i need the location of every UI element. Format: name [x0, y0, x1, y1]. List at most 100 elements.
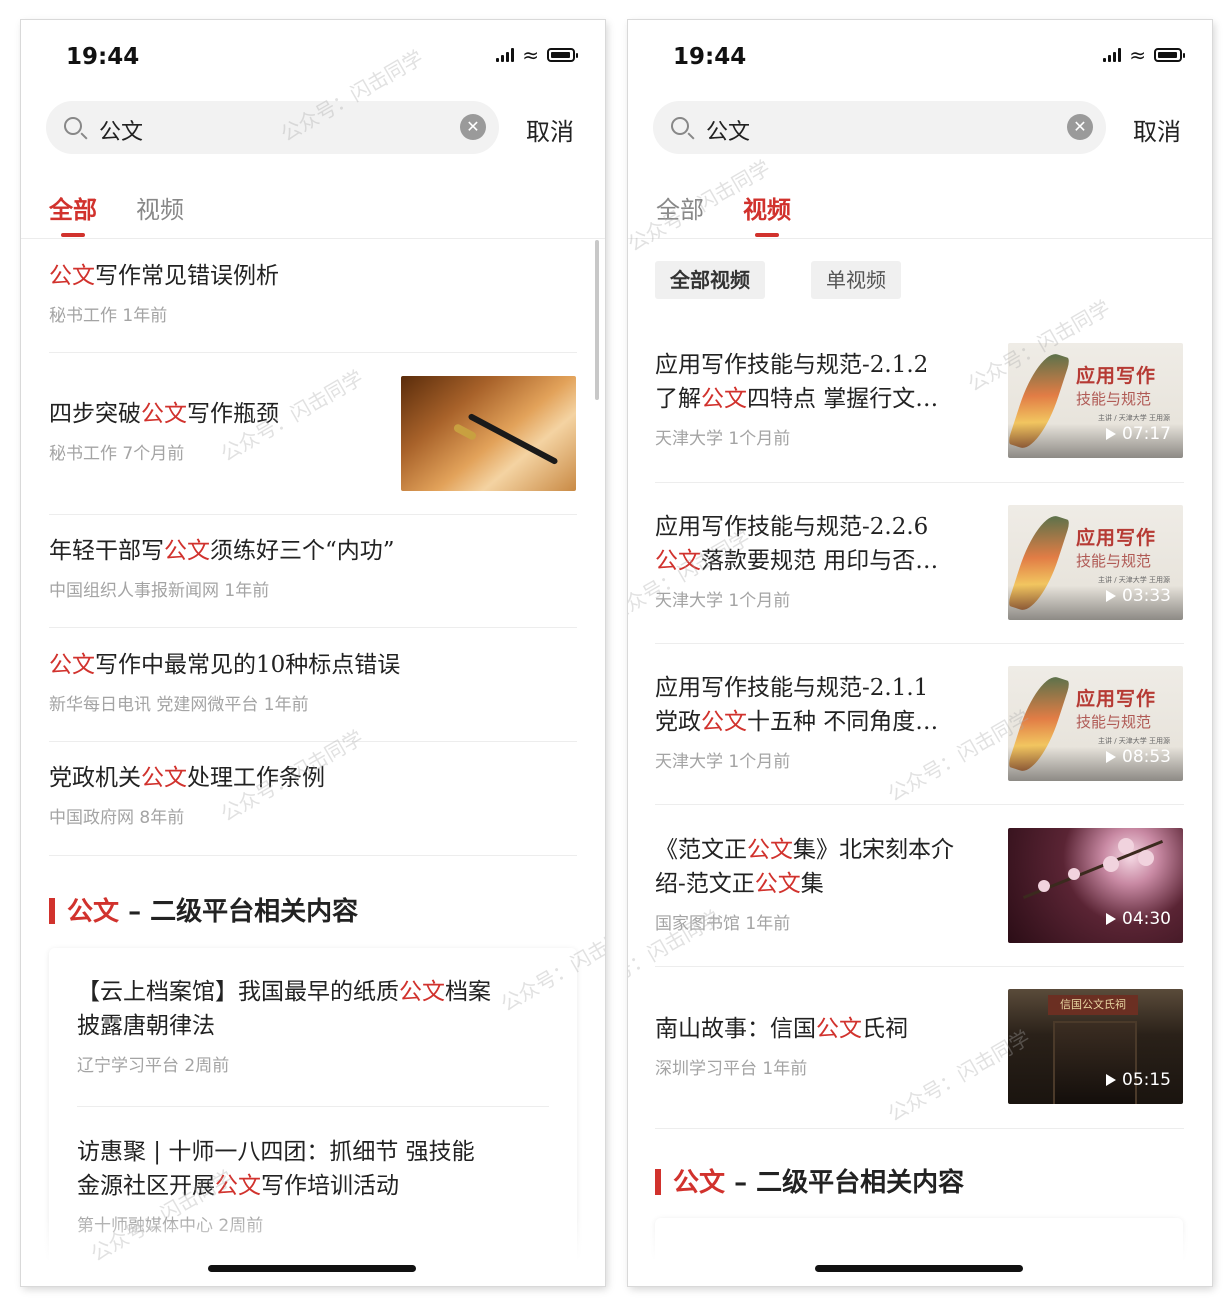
video-title-line2: 绍-范文正公文集 [655, 871, 824, 897]
video-thumbnail[interactable]: 04:30 [1008, 828, 1183, 943]
wifi-icon: ≈ [1129, 43, 1146, 67]
hall-sign: 信国公文氏祠 [1048, 995, 1138, 1015]
video-thumbnail[interactable]: 信国公文氏祠 05:15 [1008, 989, 1183, 1104]
result-title-line2: 金源社区开展公文写作培训活动 [77, 1173, 399, 1199]
feather-image [1008, 348, 1071, 454]
play-icon [1106, 428, 1116, 440]
result-title-line2: 披露唐朝律法 [77, 1013, 215, 1039]
video-title: 南山故事：信国公文氏祠 [655, 1016, 908, 1042]
blossom-flower [1118, 838, 1134, 854]
video-thumbnail[interactable]: 应用写作 技能与规范 主讲 / 天津大学 王用源 03:33 [1008, 505, 1183, 620]
list-item[interactable]: 四步突破公文写作瓶颈 秘书工作 7个月前 [49, 397, 389, 464]
video-duration: 05:15 [1106, 1070, 1171, 1090]
section-header: 公文 – 二级平台相关内容 [49, 891, 358, 928]
video-meta: 深圳学习平台 1年前 [655, 1059, 808, 1079]
scrollbar[interactable] [595, 240, 599, 400]
blossom-flower [1068, 868, 1080, 880]
result-meta: 辽宁学习平台 2周前 [77, 1056, 230, 1076]
result-meta: 中国组织人事报新闻网 1年前 [49, 581, 270, 601]
video-item[interactable]: 应用写作技能与规范-2.1.2 了解公文四特点 掌握行文… 天津大学 1个月前 [655, 348, 975, 449]
bottom-fade [628, 1216, 1212, 1286]
play-icon [1106, 751, 1116, 763]
video-meta: 天津大学 1个月前 [655, 591, 791, 611]
video-meta: 天津大学 1个月前 [655, 429, 791, 449]
hall-door [1053, 1021, 1137, 1104]
result-meta: 中国政府网 8年前 [49, 808, 185, 828]
video-item[interactable]: 南山故事：信国公文氏祠 深圳学习平台 1年前 [655, 1012, 975, 1079]
result-title-line1: 【云上档案馆】我国最早的纸质公文档案 [77, 979, 491, 1005]
thumbnail-title: 应用写作 [1076, 688, 1157, 710]
list-item[interactable]: 党政机关公文处理工作条例 中国政府网 8年前 [49, 761, 579, 828]
chip-single-video[interactable]: 单视频 [811, 261, 901, 299]
divider [49, 855, 577, 856]
search-input[interactable]: 公文 ✕ [46, 101, 499, 154]
tab-video[interactable]: 视频 [743, 190, 791, 225]
thumbnail-caption: 主讲 / 天津大学 王用源 [1098, 414, 1171, 422]
result-meta: 秘书工作 1年前 [49, 306, 168, 326]
divider [49, 352, 577, 353]
result-title: 四步突破公文写作瓶颈 [49, 401, 279, 427]
chip-all-videos[interactable]: 全部视频 [655, 261, 765, 299]
divider [655, 643, 1184, 644]
video-duration: 08:53 [1106, 747, 1171, 767]
list-item[interactable]: 公文写作常见错误例析 秘书工作 1年前 [49, 259, 579, 326]
thumbnail-title: 应用写作 [1076, 527, 1157, 549]
search-query: 公文 [706, 120, 751, 145]
divider [77, 1106, 549, 1107]
tab-underline [61, 233, 85, 237]
play-icon [1106, 590, 1116, 602]
phone-screen-video-results: 19:44 ≈ 公文 ✕ 取消 全部 视频 全部视频 单视频 应用写作技能与规范… [628, 20, 1212, 1286]
video-meta: 国家图书馆 1年前 [655, 914, 791, 934]
section-marker [655, 1169, 661, 1195]
feather-image [1008, 671, 1071, 777]
tab-all[interactable]: 全部 [49, 190, 97, 225]
video-title-line1: 应用写作技能与规范-2.1.2 [655, 352, 929, 378]
divider [655, 482, 1184, 483]
status-time: 19:44 [66, 44, 140, 70]
video-item[interactable]: 应用写作技能与规范-2.2.6 公文落款要规范 用印与否… 天津大学 1个月前 [655, 510, 975, 611]
video-item[interactable]: 《范文正公文集》北宋刻本介 绍-范文正公文集 国家图书馆 1年前 [655, 833, 985, 934]
tabs-divider [628, 238, 1212, 239]
list-item[interactable]: 年轻干部写公文须练好三个“内功” 中国组织人事报新闻网 1年前 [49, 534, 579, 601]
result-meta: 秘书工作 7个月前 [49, 444, 185, 464]
tab-video[interactable]: 视频 [136, 190, 184, 225]
divider [655, 1128, 1184, 1129]
video-thumbnail[interactable]: 应用写作 技能与规范 主讲 / 天津大学 王用源 08:53 [1008, 666, 1183, 781]
result-title: 党政机关公文处理工作条例 [49, 765, 325, 791]
list-item[interactable]: 【云上档案馆】我国最早的纸质公文档案 披露唐朝律法 辽宁学习平台 2周前 [77, 975, 557, 1076]
search-icon [671, 117, 689, 135]
tab-all[interactable]: 全部 [656, 190, 704, 225]
cancel-button[interactable]: 取消 [1133, 112, 1181, 147]
thumbnail-title: 应用写作 [1076, 365, 1157, 387]
search-query: 公文 [99, 120, 144, 145]
bottom-fade [21, 1216, 605, 1286]
video-meta: 天津大学 1个月前 [655, 752, 791, 772]
section-marker [49, 898, 55, 924]
wifi-icon: ≈ [522, 43, 539, 67]
divider [655, 966, 1184, 967]
search-input[interactable]: 公文 ✕ [653, 101, 1106, 154]
result-thumbnail[interactable] [401, 376, 576, 491]
video-title-line2: 党政公文十五种 不同角度… [655, 709, 939, 735]
tabs-divider [21, 238, 605, 239]
thumbnail-subtitle: 技能与规范 [1076, 713, 1152, 731]
video-thumbnail[interactable]: 应用写作 技能与规范 主讲 / 天津大学 王用源 07:17 [1008, 343, 1183, 458]
clear-icon[interactable]: ✕ [460, 114, 486, 140]
video-duration: 03:33 [1106, 586, 1171, 606]
home-indicator[interactable] [208, 1265, 416, 1272]
result-title: 公文写作常见错误例析 [49, 263, 279, 289]
video-item[interactable]: 应用写作技能与规范-2.1.1 党政公文十五种 不同角度… 天津大学 1个月前 [655, 671, 975, 772]
cancel-button[interactable]: 取消 [526, 112, 574, 147]
home-indicator[interactable] [815, 1265, 1023, 1272]
video-title-line2: 公文落款要规范 用印与否… [655, 548, 939, 574]
list-item[interactable]: 公文写作中最常见的10种标点错误 新华每日电讯 党建网微平台 1年前 [49, 648, 579, 715]
clear-icon[interactable]: ✕ [1067, 114, 1093, 140]
video-title-line1: 应用写作技能与规范-2.1.1 [655, 675, 929, 701]
battery-icon [547, 48, 578, 62]
status-icons: ≈ [1103, 43, 1185, 67]
thumbnail-caption: 主讲 / 天津大学 王用源 [1098, 737, 1171, 745]
thumbnail-subtitle: 技能与规范 [1076, 390, 1152, 408]
search-icon [64, 117, 82, 135]
status-icons: ≈ [496, 43, 578, 67]
video-duration: 04:30 [1106, 909, 1171, 929]
